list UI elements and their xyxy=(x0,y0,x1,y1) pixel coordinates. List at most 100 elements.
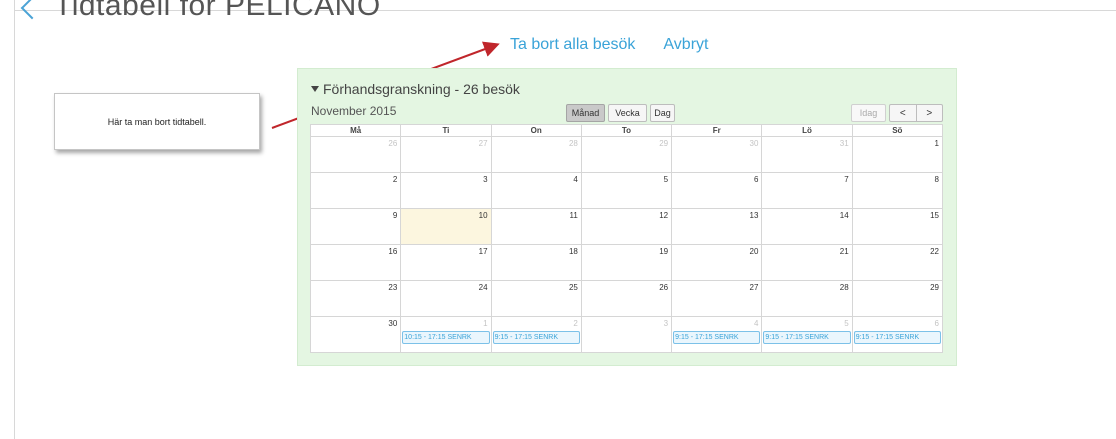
week-row: 30 1 10:15 - 17:15 SENRK 2 9:15 - 17:15 SE… xyxy=(309,316,944,353)
day-cell[interactable]: 29 xyxy=(580,136,673,173)
day-cell[interactable]: 18 xyxy=(490,244,582,281)
day-view-button[interactable]: Dag xyxy=(650,104,675,122)
calendar-event[interactable]: 9:15 - 17:15 SENRK xyxy=(673,331,761,344)
week-row: 9 10 11 12 13 14 15 xyxy=(309,208,944,245)
day-number: 5 xyxy=(663,175,669,184)
today-button[interactable]: Idag xyxy=(851,104,886,122)
day-cell[interactable]: 27 xyxy=(671,280,763,317)
day-cell[interactable]: 24 xyxy=(400,280,492,317)
day-number: 14 xyxy=(839,211,849,220)
day-cell[interactable]: 20 xyxy=(671,244,763,281)
day-number: 5 xyxy=(844,319,849,328)
day-cell[interactable]: 26 xyxy=(580,280,673,317)
day-cell[interactable]: 30 xyxy=(309,316,402,353)
day-cell[interactable]: 30 xyxy=(671,136,763,173)
day-number: 30 xyxy=(388,319,398,328)
day-cell[interactable]: 21 xyxy=(761,244,853,281)
calendar-event[interactable]: 9:15 - 17:15 SENRK xyxy=(492,331,580,344)
day-number: 24 xyxy=(478,283,488,292)
day-number: 2 xyxy=(573,319,578,328)
day-number: 19 xyxy=(659,247,669,256)
day-number: 15 xyxy=(930,211,939,220)
day-cell[interactable]: 28 xyxy=(761,280,853,317)
day-cell[interactable]: 7 xyxy=(761,172,853,209)
day-number: 1 xyxy=(934,139,939,148)
day-number: 28 xyxy=(568,139,578,148)
day-cell[interactable]: 14 xyxy=(761,208,853,245)
collapse-triangle-icon xyxy=(311,86,319,92)
preview-header[interactable]: Förhandsgranskning - 26 besök xyxy=(311,81,520,97)
day-number: 26 xyxy=(388,139,398,148)
week-row: 26 27 28 29 30 31 1 xyxy=(309,136,944,173)
day-cell[interactable]: 17 xyxy=(400,244,492,281)
day-cell[interactable]: 13 xyxy=(671,208,763,245)
day-cell[interactable]: 12 xyxy=(580,208,673,245)
next-month-button[interactable]: > xyxy=(915,105,943,121)
preview-title: Förhandsgranskning - 26 besök xyxy=(323,81,520,97)
day-cell[interactable]: 6 xyxy=(671,172,763,209)
day-cell[interactable]: 4 xyxy=(490,172,582,209)
day-cell[interactable]: 5 xyxy=(580,172,673,209)
day-cell[interactable]: 26 xyxy=(309,136,402,173)
day-number: 25 xyxy=(568,283,578,292)
calendar-event[interactable]: 9:15 - 17:15 SENRK xyxy=(853,331,941,344)
day-number: 30 xyxy=(749,139,759,148)
day-cell[interactable]: 8 xyxy=(851,172,944,209)
weekday-header: Ti xyxy=(400,124,492,137)
weekday-header: On xyxy=(490,124,582,137)
day-number: 27 xyxy=(478,139,488,148)
day-number: 4 xyxy=(753,319,759,328)
weekday-header: Lö xyxy=(761,124,853,137)
day-cell[interactable]: 15 xyxy=(851,208,944,245)
day-number: 7 xyxy=(844,175,849,184)
day-cell[interactable]: 2 xyxy=(309,172,402,209)
weekday-header: To xyxy=(580,124,673,137)
month-calendar: Må Ti On To Fr Lö Sö 26 27 28 29 30 31 1… xyxy=(309,124,944,353)
day-cell[interactable]: 31 xyxy=(761,136,853,173)
day-cell[interactable]: 1 10:15 - 17:15 SENRK xyxy=(400,316,492,353)
day-cell[interactable]: 19 xyxy=(580,244,673,281)
day-number: 12 xyxy=(659,211,669,220)
day-number: 10 xyxy=(478,211,488,220)
nav-button-group: < > xyxy=(889,104,943,122)
day-number: 18 xyxy=(568,247,578,256)
day-number: 21 xyxy=(839,247,849,256)
day-number: 17 xyxy=(478,247,488,256)
weekday-header: Må xyxy=(309,124,402,137)
prev-month-button[interactable]: < xyxy=(890,105,916,121)
day-cell[interactable]: 2 9:15 - 17:15 SENRK xyxy=(490,316,582,353)
day-cell[interactable]: 29 xyxy=(851,280,944,317)
month-view-button[interactable]: Månad xyxy=(566,104,605,122)
day-number: 3 xyxy=(483,175,488,184)
day-number: 29 xyxy=(659,139,669,148)
day-cell[interactable]: 25 xyxy=(490,280,582,317)
weekday-header: Fr xyxy=(671,124,763,137)
calendar-event[interactable]: 9:15 - 17:15 SENRK xyxy=(763,331,851,344)
day-cell[interactable]: 23 xyxy=(309,280,402,317)
day-number: 1 xyxy=(483,319,488,328)
day-cell[interactable]: 9 xyxy=(309,208,402,245)
calendar-event[interactable]: 10:15 - 17:15 SENRK xyxy=(402,331,490,344)
day-cell[interactable]: 4 9:15 - 17:15 SENRK xyxy=(671,316,763,353)
week-row: 2 3 4 5 6 7 8 xyxy=(309,172,944,209)
day-cell[interactable]: 27 xyxy=(400,136,492,173)
day-cell[interactable]: 3 xyxy=(580,316,673,353)
week-row: 16 17 18 19 20 21 22 xyxy=(309,244,944,281)
day-cell[interactable]: 16 xyxy=(309,244,402,281)
day-cell[interactable]: 6 9:15 - 17:15 SENRK xyxy=(851,316,944,353)
weekday-header: Sö xyxy=(851,124,944,137)
week-view-button[interactable]: Vecka xyxy=(608,104,647,122)
day-number: 20 xyxy=(749,247,759,256)
day-cell[interactable]: 1 xyxy=(851,136,944,173)
day-cell[interactable]: 3 xyxy=(400,172,492,209)
day-number: 8 xyxy=(934,175,939,184)
day-number: 22 xyxy=(930,247,939,256)
day-number: 4 xyxy=(573,175,578,184)
day-number: 28 xyxy=(839,283,849,292)
day-cell-today[interactable]: 10 xyxy=(400,208,492,245)
day-cell[interactable]: 28 xyxy=(490,136,582,173)
day-cell[interactable]: 11 xyxy=(490,208,582,245)
day-cell[interactable]: 22 xyxy=(851,244,944,281)
day-cell[interactable]: 5 9:15 - 17:15 SENRK xyxy=(761,316,853,353)
day-number: 6 xyxy=(753,175,759,184)
